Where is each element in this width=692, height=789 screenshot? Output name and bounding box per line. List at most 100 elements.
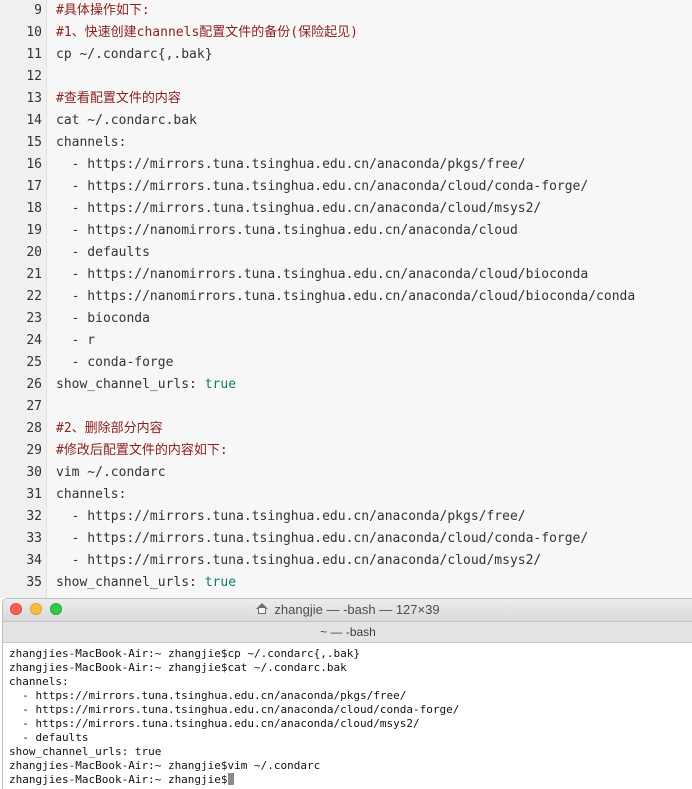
code-text-content: #修改后配置文件的内容如下: <box>56 443 228 458</box>
code-line: 23 - bioconda <box>0 308 692 330</box>
code-text-content: show_channel_urls: <box>56 575 205 590</box>
code-line: 32 - https://mirrors.tuna.tsinghua.edu.c… <box>0 506 692 528</box>
code-text: - https://mirrors.tuna.tsinghua.edu.cn/a… <box>56 154 526 176</box>
code-line: 15 channels: <box>0 132 692 154</box>
terminal-line: zhangjies-MacBook-Air:~ zhangjie$cat ~/.… <box>9 661 347 674</box>
code-text: - defaults <box>56 242 150 264</box>
line-number: 31 <box>26 487 42 502</box>
line-number: 30 <box>26 465 42 480</box>
terminal-tab-label: ~ — -bash <box>320 625 376 639</box>
terminal-output[interactable]: zhangjies-MacBook-Air:~ zhangjie$cp ~/.c… <box>3 643 692 789</box>
code-text: - https://mirrors.tuna.tsinghua.edu.cn/a… <box>56 550 542 572</box>
code-text: - https://mirrors.tuna.tsinghua.edu.cn/a… <box>56 528 589 550</box>
code-text: - https://mirrors.tuna.tsinghua.edu.cn/a… <box>56 176 589 198</box>
code-line: 12 <box>0 66 692 88</box>
line-number: 33 <box>26 531 42 546</box>
code-text: cp ~/.condarc{,.bak} <box>56 44 213 66</box>
code-line: 11 cp ~/.condarc{,.bak} <box>0 44 692 66</box>
line-number: 13 <box>26 91 42 106</box>
terminal-prompt: zhangjies-MacBook-Air:~ zhangjie$ <box>9 773 228 786</box>
terminal-line: - https://mirrors.tuna.tsinghua.edu.cn/a… <box>9 703 460 716</box>
code-text-content: channels: <box>56 135 127 150</box>
code-text-content: show_channel_urls: <box>56 377 205 392</box>
code-comment: #修改后配置文件的内容如下: <box>56 440 228 462</box>
maximize-window-button[interactable] <box>50 603 62 615</box>
code-text-content: - https://mirrors.tuna.tsinghua.edu.cn/a… <box>56 157 526 172</box>
code-comment: #具体操作如下: <box>56 0 150 22</box>
code-line: 24 - r <box>0 330 692 352</box>
code-text: show_channel_urls: true <box>56 374 236 396</box>
code-keyword: true <box>204 575 237 590</box>
code-text-content: - https://mirrors.tuna.tsinghua.edu.cn/a… <box>56 201 542 216</box>
line-number: 26 <box>26 377 42 392</box>
close-window-button[interactable] <box>10 603 22 615</box>
terminal-prompt-line[interactable]: zhangjies-MacBook-Air:~ zhangjie$ <box>9 773 692 787</box>
code-text-content: cp ~/.condarc{,.bak} <box>56 47 213 62</box>
code-text: - conda-forge <box>56 352 174 374</box>
line-number: 15 <box>26 135 42 150</box>
minimize-window-button[interactable] <box>30 603 42 615</box>
code-comment: #1、快速创建channels配置文件的备份(保险起见) <box>56 22 358 44</box>
line-number: 12 <box>26 69 42 84</box>
code-text-content: - https://mirrors.tuna.tsinghua.edu.cn/a… <box>56 531 589 546</box>
code-line: 19 - https://nanomirrors.tuna.tsinghua.e… <box>0 220 692 242</box>
line-number: 27 <box>26 399 42 414</box>
line-number: 20 <box>26 245 42 260</box>
line-number: 22 <box>26 289 42 304</box>
line-number: 17 <box>26 179 42 194</box>
code-line: 17 - https://mirrors.tuna.tsinghua.edu.c… <box>0 176 692 198</box>
code-text: - https://mirrors.tuna.tsinghua.edu.cn/a… <box>56 506 526 528</box>
code-line: 29 #修改后配置文件的内容如下: <box>0 440 692 462</box>
code-line: 25 - conda-forge <box>0 352 692 374</box>
code-line: 34 - https://mirrors.tuna.tsinghua.edu.c… <box>0 550 692 572</box>
line-number: 19 <box>26 223 42 238</box>
code-line: 28 #2、删除部分内容 <box>0 418 692 440</box>
code-text-content: channels: <box>56 487 127 502</box>
code-text-content: - conda-forge <box>56 355 174 370</box>
terminal-title: zhangjie — -bash — 127×39 <box>3 599 692 621</box>
code-text: channels: <box>56 132 126 154</box>
terminal-window[interactable]: zhangjie — -bash — 127×39 ~ — -bash zhan… <box>2 598 692 789</box>
text-cursor <box>227 773 234 785</box>
code-text-content: #查看配置文件的内容 <box>56 91 181 106</box>
code-text-content: - https://mirrors.tuna.tsinghua.edu.cn/a… <box>56 509 526 524</box>
code-text-content: #2、删除部分内容 <box>56 421 163 436</box>
code-comment: #查看配置文件的内容 <box>56 88 181 110</box>
code-line: 30 vim ~/.condarc <box>0 462 692 484</box>
code-text: channels: <box>56 484 126 506</box>
code-line: 14 cat ~/.condarc.bak <box>0 110 692 132</box>
terminal-line: zhangjies-MacBook-Air:~ zhangjie$vim ~/.… <box>9 759 321 772</box>
code-text-content: cat ~/.condarc.bak <box>56 113 197 128</box>
terminal-titlebar[interactable]: zhangjie — -bash — 127×39 <box>3 599 692 622</box>
line-number: 25 <box>26 355 42 370</box>
code-line: 20 - defaults <box>0 242 692 264</box>
code-text-content: - https://mirrors.tuna.tsinghua.edu.cn/a… <box>56 553 542 568</box>
line-number: 14 <box>26 113 42 128</box>
line-number: 28 <box>26 421 42 436</box>
code-text: - r <box>56 330 96 352</box>
code-text-content: vim ~/.condarc <box>56 465 166 480</box>
line-number: 34 <box>26 553 42 568</box>
code-text: - https://nanomirrors.tuna.tsinghua.edu.… <box>56 220 518 242</box>
terminal-line: - https://mirrors.tuna.tsinghua.edu.cn/a… <box>9 689 407 702</box>
code-comment: #2、删除部分内容 <box>56 418 163 440</box>
code-text: cat ~/.condarc.bak <box>56 110 197 132</box>
terminal-tab-bar: ~ — -bash <box>3 622 692 643</box>
line-number: 24 <box>26 333 42 348</box>
line-number: 11 <box>26 47 42 62</box>
code-keyword: true <box>204 377 237 392</box>
code-line: 26 show_channel_urls: true <box>0 374 692 396</box>
code-text: show_channel_urls: true <box>56 572 236 594</box>
code-line: 22 - https://nanomirrors.tuna.tsinghua.e… <box>0 286 692 308</box>
code-line: 9 #具体操作如下: <box>0 0 692 22</box>
code-text-content: - r <box>56 333 96 348</box>
code-line: 35 show_channel_urls: true <box>0 572 692 594</box>
line-number: 32 <box>26 509 42 524</box>
terminal-line: channels: <box>9 675 69 688</box>
terminal-line: - https://mirrors.tuna.tsinghua.edu.cn/a… <box>9 717 420 730</box>
line-number: 18 <box>26 201 42 216</box>
code-line: 31 channels: <box>0 484 692 506</box>
terminal-title-text: zhangjie — -bash — 127×39 <box>274 602 440 617</box>
code-editor[interactable]: 9 #具体操作如下: 10 #1、快速创建channels配置文件的备份(保险起见) 1… <box>0 0 692 598</box>
code-text-content: - https://mirrors.tuna.tsinghua.edu.cn/a… <box>56 179 589 194</box>
